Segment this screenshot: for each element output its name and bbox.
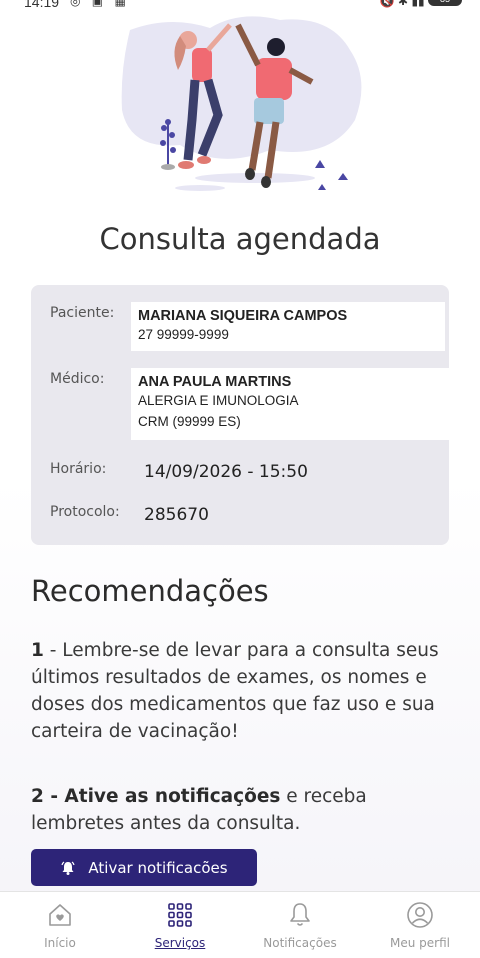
status-time: 14:19 <box>24 0 60 10</box>
nav-label-servicos: Serviços <box>154 936 206 950</box>
doctor-label: Médico: <box>50 371 105 387</box>
patient-label: Paciente: <box>50 305 115 321</box>
nav-label-meu-perfil: Meu perfil <box>390 936 450 950</box>
recommendation-2: 2 - Ative as notificações e receba lembr… <box>31 783 451 837</box>
patient-name: MARIANA SIQUEIRA CAMPOS <box>138 308 348 324</box>
system-icons: 🔇 ✱ ▮▮ 85 <box>380 0 462 8</box>
bell-alert-icon <box>61 861 76 875</box>
patient-phone: 27 99999-9999 <box>138 327 229 342</box>
user-icon <box>407 902 433 928</box>
status-bar: 14:19 ◎ ▣ ▦ 🔇 ✱ ▮▮ 85 <box>0 0 480 10</box>
notification-icons: ◎ ▣ ▦ <box>70 0 130 8</box>
protocol-value: 285670 <box>144 505 209 525</box>
recommendations-title: Recomendações <box>31 574 269 608</box>
appointment-card: Paciente: MARIANA SIQUEIRA CAMPOS 27 999… <box>31 285 449 545</box>
high-five-illustration <box>121 16 362 191</box>
recommendation-1: 1 - Lembre-se de levar para a consulta s… <box>31 637 451 745</box>
nav-item-servicos[interactable]: Serviços <box>120 892 240 958</box>
doctor-specialty: ALERGIA E IMUNOLOGIA <box>138 393 299 408</box>
bell-icon <box>290 903 310 926</box>
battery-icon: 85 <box>428 0 462 6</box>
doctor-crm: CRM (99999 ES) <box>138 414 241 429</box>
recommendation-2-bold: 2 - Ative as notificações <box>31 786 281 807</box>
grid-icon <box>168 903 192 927</box>
nav-item-notificacoes[interactable]: Notificações <box>240 892 360 958</box>
doctor-info: ANA PAULA MARTINS ALERGIA E IMUNOLOGIA C… <box>131 368 449 440</box>
nav-label-notificacoes: Notificações <box>263 936 337 950</box>
nav-label-inicio: Início <box>44 936 76 950</box>
time-value: 14/09/2026 - 15:50 <box>144 462 308 482</box>
doctor-name: ANA PAULA MARTINS <box>138 374 292 390</box>
time-label: Horário: <box>50 461 107 477</box>
nav-item-meu-perfil[interactable]: Meu perfil <box>360 892 480 958</box>
protocol-label: Protocolo: <box>50 504 120 520</box>
bottom-nav: Início Serviços Notificações Meu perfil <box>0 891 480 958</box>
nav-item-inicio[interactable]: Início <box>0 892 120 958</box>
page-title: Consulta agendada <box>99 222 381 256</box>
enable-notifications-button[interactable]: Ativar notificacões <box>31 849 257 886</box>
recommendation-1-number: 1 <box>31 640 44 661</box>
enable-notifications-label: Ativar notificacões <box>88 858 228 877</box>
recommendation-1-text: - Lembre-se de levar para a consulta seu… <box>31 640 439 742</box>
patient-info: MARIANA SIQUEIRA CAMPOS 27 99999-9999 <box>131 302 445 351</box>
home-heart-icon <box>49 904 71 926</box>
